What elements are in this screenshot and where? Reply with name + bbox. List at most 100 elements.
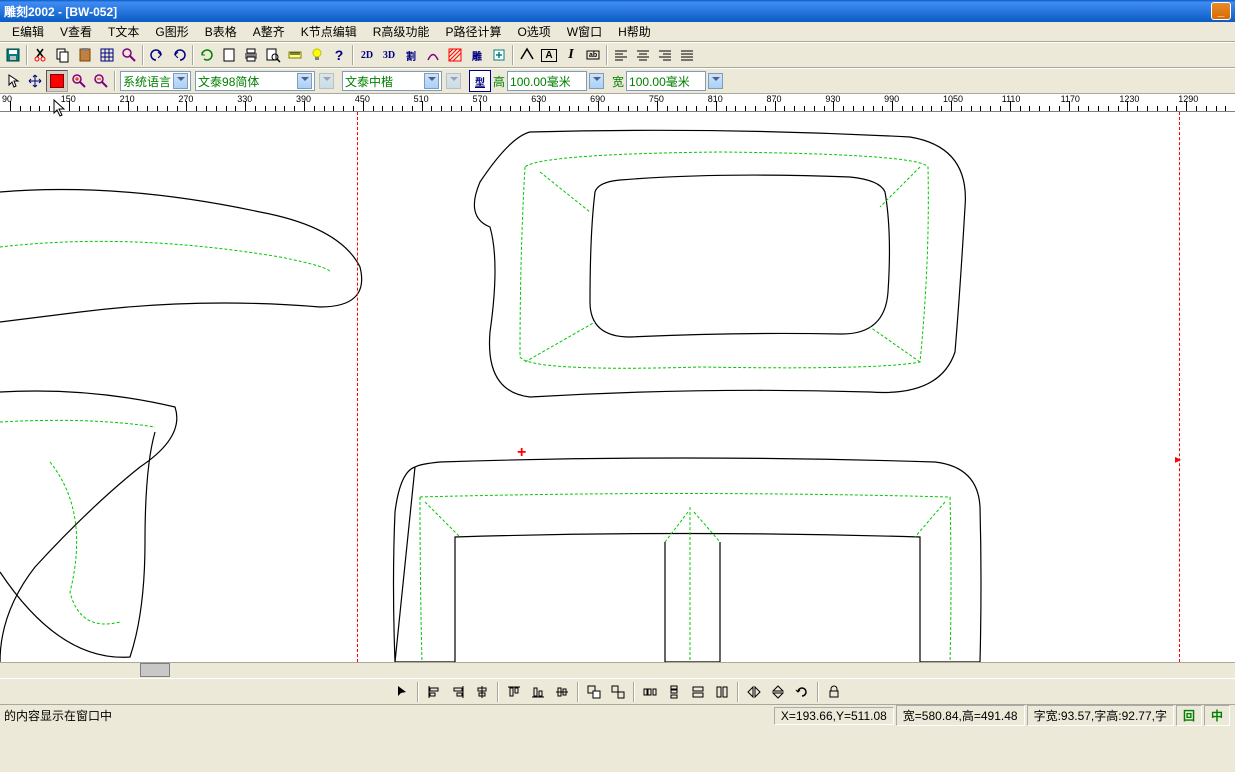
menu-advanced[interactable]: R高级功能	[365, 21, 438, 42]
svg-text:ab: ab	[589, 52, 597, 59]
menu-table[interactable]: B表格	[197, 21, 245, 42]
group-icon[interactable]	[583, 681, 605, 703]
menu-bar: E编辑 V查看 T文本 G图形 B表格 A整齐 K节点编辑 R高级功能 P路径计…	[0, 22, 1235, 42]
vertical-guide-1[interactable]	[357, 112, 358, 662]
menu-align[interactable]: A整齐	[245, 21, 293, 42]
text-toolbar: 系统语言 文泰98简体 文泰中楷 型 高 宽	[0, 68, 1235, 94]
move-icon[interactable]	[24, 70, 46, 92]
status-coords: X=193.66,Y=511.08	[774, 707, 894, 725]
search-icon[interactable]	[118, 44, 140, 66]
flip-h-icon[interactable]	[743, 681, 765, 703]
width-input[interactable]	[626, 71, 706, 91]
same-height-icon[interactable]	[711, 681, 733, 703]
align-center-icon[interactable]	[632, 44, 654, 66]
drawing-canvas[interactable]: + ▸	[0, 112, 1235, 662]
lock-icon[interactable]	[823, 681, 845, 703]
align-top-icon[interactable]	[503, 681, 525, 703]
redo-icon[interactable]	[168, 44, 190, 66]
window-title: 雕刻2002 - [BW-052]	[4, 3, 1209, 20]
rotate-icon[interactable]	[791, 681, 813, 703]
align-vcenter-icon[interactable]	[551, 681, 573, 703]
measure-icon[interactable]	[516, 44, 538, 66]
menu-options[interactable]: O选项	[509, 21, 558, 42]
refresh-icon[interactable]	[196, 44, 218, 66]
minimize-button[interactable]: _	[1211, 2, 1231, 20]
main-toolbar: ? 2D 3D 割 雕 A I ab	[0, 42, 1235, 68]
path-icon[interactable]	[422, 44, 444, 66]
status-btn-2[interactable]: 中	[1204, 705, 1230, 726]
font1-secondary-arrow[interactable]	[319, 73, 334, 89]
scroll-thumb[interactable]	[140, 663, 170, 677]
preview-icon[interactable]	[262, 44, 284, 66]
dist-h-icon[interactable]	[639, 681, 661, 703]
menu-path[interactable]: P路径计算	[437, 21, 509, 42]
cursor-crosshair: +	[517, 444, 526, 462]
engrave-button[interactable]: 雕	[466, 44, 488, 66]
status-font: 字宽:93.57,字高:92.77,字	[1027, 705, 1174, 726]
width-dropdown[interactable]	[708, 73, 723, 89]
cursor-icon[interactable]	[2, 70, 24, 92]
flip-v-icon[interactable]	[767, 681, 789, 703]
text-a-icon[interactable]: A	[538, 44, 560, 66]
page-icon[interactable]	[218, 44, 240, 66]
language-combo[interactable]: 系统语言	[120, 71, 191, 91]
3d-button[interactable]: 3D	[378, 44, 400, 66]
horizontal-scrollbar[interactable]	[0, 662, 1235, 678]
menu-window[interactable]: W窗口	[559, 21, 610, 42]
ungroup-icon[interactable]	[607, 681, 629, 703]
align-right-icon[interactable]	[654, 44, 676, 66]
menu-view[interactable]: V查看	[52, 21, 100, 42]
align-hcenter-icon[interactable]	[471, 681, 493, 703]
bottom-toolbar	[0, 678, 1235, 704]
type-button[interactable]: 型	[469, 70, 491, 92]
dist-v-icon[interactable]	[663, 681, 685, 703]
guide-marker: ▸	[1175, 452, 1181, 466]
italic-icon[interactable]: I	[560, 44, 582, 66]
print-icon[interactable]	[240, 44, 262, 66]
help-icon[interactable]: ?	[328, 44, 350, 66]
height-input[interactable]	[507, 71, 587, 91]
zoom-out-icon[interactable]	[90, 70, 112, 92]
2d-button[interactable]: 2D	[356, 44, 378, 66]
status-hint: 的内容显示在窗口中	[4, 707, 773, 724]
font-combo-1[interactable]: 文泰98简体	[195, 71, 315, 91]
mouse-cursor-icon	[52, 98, 68, 121]
save-icon[interactable]	[2, 44, 24, 66]
height-label: 高	[493, 73, 505, 90]
font2-secondary-arrow[interactable]	[446, 73, 461, 89]
lightbulb-icon[interactable]	[306, 44, 328, 66]
horizontal-ruler: 9015021027033039045051057063069075081087…	[0, 94, 1235, 112]
paste-icon[interactable]	[74, 44, 96, 66]
menu-text[interactable]: T文本	[100, 21, 147, 42]
status-btn-1[interactable]: 回	[1176, 705, 1202, 726]
status-bar: 的内容显示在窗口中 X=193.66,Y=511.08 宽=580.84,高=4…	[0, 704, 1235, 726]
copy-icon[interactable]	[52, 44, 74, 66]
hatch-icon[interactable]	[444, 44, 466, 66]
title-bar: 雕刻2002 - [BW-052] _	[0, 0, 1235, 22]
menu-graphics[interactable]: G图形	[147, 21, 196, 42]
menu-node[interactable]: K节点编辑	[293, 21, 365, 42]
align-left-obj-icon[interactable]	[423, 681, 445, 703]
grid-icon[interactable]	[96, 44, 118, 66]
same-width-icon[interactable]	[687, 681, 709, 703]
height-dropdown[interactable]	[589, 73, 604, 89]
menu-help[interactable]: H帮助	[610, 21, 659, 42]
export-icon[interactable]	[488, 44, 510, 66]
zoom-in-icon[interactable]	[68, 70, 90, 92]
cut-icon[interactable]	[30, 44, 52, 66]
align-bottom-icon[interactable]	[527, 681, 549, 703]
textbox-icon[interactable]: ab	[582, 44, 604, 66]
undo-icon[interactable]	[146, 44, 168, 66]
align-justify-icon[interactable]	[676, 44, 698, 66]
width-label: 宽	[612, 73, 624, 90]
status-dims: 宽=580.84,高=491.48	[896, 705, 1025, 726]
vertical-guide-2[interactable]	[1179, 112, 1180, 662]
fill-red-button[interactable]	[46, 70, 68, 92]
menu-edit[interactable]: E编辑	[4, 21, 52, 42]
font-combo-2[interactable]: 文泰中楷	[342, 71, 442, 91]
align-left-icon[interactable]	[610, 44, 632, 66]
cut-mode-button[interactable]: 割	[400, 44, 422, 66]
align-right-obj-icon[interactable]	[447, 681, 469, 703]
arrow-tool-icon[interactable]	[391, 681, 413, 703]
ruler-icon[interactable]	[284, 44, 306, 66]
